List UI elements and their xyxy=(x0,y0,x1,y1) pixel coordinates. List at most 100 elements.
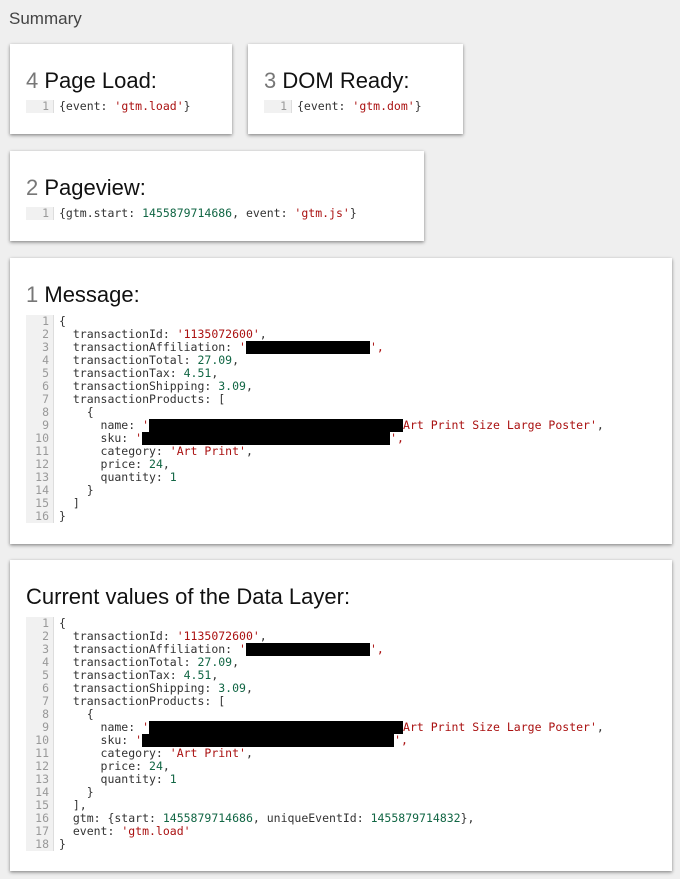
code-token: ', xyxy=(369,340,384,354)
code-token: price: xyxy=(59,457,150,471)
line-number: 1 xyxy=(42,206,49,220)
line-gutter: 1 2 3 4 5 6 7 8 9 10 11 12 13 14 15 16 17 18 xyxy=(26,617,54,851)
code-token: {event: xyxy=(297,99,353,113)
dom-ready-code: 1 {event: 'gtm.dom'} xyxy=(264,100,449,113)
code-token: , event: xyxy=(232,206,295,220)
code-token: , xyxy=(232,655,240,669)
code-token: name: xyxy=(59,720,143,734)
code-token: {gtm.start: xyxy=(59,206,143,220)
code-token: 27.09 xyxy=(197,655,233,669)
code-token: price: xyxy=(59,759,150,773)
code-line: {event: 'gtm.dom'} xyxy=(297,100,422,113)
message-label: Message: xyxy=(44,282,140,307)
code-token: } xyxy=(349,206,357,220)
code-token: 27.09 xyxy=(197,353,233,367)
page-load-title: 4 Page Load: xyxy=(26,68,157,94)
redacted-name xyxy=(149,419,404,432)
pageview-label: Pageview: xyxy=(44,175,146,200)
message-count: 1 xyxy=(26,282,39,307)
redacted-affiliation xyxy=(245,341,370,354)
code-line: {event: 'gtm.load'} xyxy=(59,100,191,113)
line-number: 1 xyxy=(280,99,287,113)
code-token: '1135072600' xyxy=(176,629,260,643)
code-token: transactionId: xyxy=(59,327,177,341)
page-load-card[interactable]: 4 Page Load: 1 {event: 'gtm.load'} xyxy=(10,44,232,134)
code-line: } xyxy=(59,509,66,523)
code-token: 3.09 xyxy=(218,379,246,393)
code-token: } xyxy=(414,99,422,113)
code-token: ' xyxy=(142,418,150,432)
code-token: , xyxy=(162,457,170,471)
code-token: }, xyxy=(460,811,475,825)
code-token: transactionTotal: xyxy=(59,353,198,367)
pageview-code: 1 {gtm.start: 1455879714686, event: 'gtm… xyxy=(26,207,416,220)
code-token: 3.09 xyxy=(218,681,246,695)
code-token: 1455879714686 xyxy=(142,206,233,220)
code-token: 1455879714686 xyxy=(162,811,253,825)
code-token: 24 xyxy=(149,457,163,471)
code-token: category: xyxy=(59,444,170,458)
code-token: sku: xyxy=(59,733,136,747)
page-load-code: 1 {event: 'gtm.load'} xyxy=(26,100,216,113)
dom-ready-card[interactable]: 3 DOM Ready: 1 {event: 'gtm.dom'} xyxy=(248,44,463,134)
code-token: Art Print Size Large Poster' xyxy=(403,720,597,734)
redacted-affiliation xyxy=(245,643,370,656)
code-token: sku: xyxy=(59,431,136,445)
pageview-card[interactable]: 2 Pageview: 1 {gtm.start: 1455879714686,… xyxy=(10,151,424,241)
code-token: {event: xyxy=(59,99,115,113)
code-token: , xyxy=(259,327,267,341)
code-line: quantity: 1 xyxy=(59,773,604,786)
code-token: transactionTax: xyxy=(59,366,184,380)
code-token: ' xyxy=(142,720,150,734)
code-token: quantity: xyxy=(59,772,170,786)
code-token: , xyxy=(211,668,219,682)
code-token: 'gtm.load' xyxy=(121,824,191,838)
code-line: } xyxy=(59,785,94,799)
code-token: , xyxy=(245,746,253,760)
message-card[interactable]: 1 Message: 1 2 3 4 5 6 7 8 9 10 11 12 13 14 15 16 { tra… xyxy=(10,258,672,544)
code-token: ' xyxy=(135,431,143,445)
data-layer-card[interactable]: Current values of the Data Layer: 123456… xyxy=(10,560,672,871)
code-token: transactionShipping: xyxy=(59,681,219,695)
code-token: , xyxy=(259,629,267,643)
line-number: 18 xyxy=(35,837,49,851)
redacted-name xyxy=(149,721,404,734)
code-token: , xyxy=(245,379,253,393)
code-line: } xyxy=(59,837,66,851)
code-line: ] xyxy=(59,496,80,510)
code-token: name: xyxy=(59,418,143,432)
code-line: transactionProducts: [ xyxy=(59,694,226,708)
code-token: 'gtm.js' xyxy=(294,206,350,220)
code-token: transactionShipping: xyxy=(59,379,219,393)
code-token: 1455879714832 xyxy=(370,811,461,825)
code-token: ', xyxy=(369,642,384,656)
dom-ready-count: 3 xyxy=(264,68,277,93)
message-title: 1 Message: xyxy=(26,282,140,308)
code-token: } xyxy=(183,99,191,113)
code-token: transactionAffiliation: xyxy=(59,642,240,656)
code-token: transactionTax: xyxy=(59,668,184,682)
code-token: , xyxy=(211,366,219,380)
message-code: 1 2 3 4 5 6 7 8 9 10 11 12 13 14 15 16 { transactionId:… xyxy=(26,315,666,523)
code-token: , uniqueEventId: xyxy=(252,811,371,825)
summary-heading: Summary xyxy=(9,9,82,28)
code-token: transactionTotal: xyxy=(59,655,198,669)
line-number: 1 xyxy=(42,99,49,113)
data-layer-title: Current values of the Data Layer: xyxy=(26,584,350,610)
code-token: , xyxy=(162,759,170,773)
line-number: 16 xyxy=(35,509,49,523)
code-token: category: xyxy=(59,746,170,760)
pageview-count: 2 xyxy=(26,175,39,200)
dom-ready-label: DOM Ready: xyxy=(282,68,410,93)
code-token: '1135072600' xyxy=(176,327,260,341)
code-token: 'Art Print' xyxy=(169,444,246,458)
code-line: event: 'gtm.load' xyxy=(59,825,604,838)
code-token: , xyxy=(245,681,253,695)
code-token: transactionAffiliation: xyxy=(59,340,240,354)
page-load-label: Page Load: xyxy=(44,68,157,93)
code-token: event: xyxy=(59,824,122,838)
code-token: gtm: {start: xyxy=(59,811,163,825)
code-token: , xyxy=(232,353,240,367)
code-token: quantity: xyxy=(59,470,170,484)
code-token: 'gtm.load' xyxy=(114,99,184,113)
